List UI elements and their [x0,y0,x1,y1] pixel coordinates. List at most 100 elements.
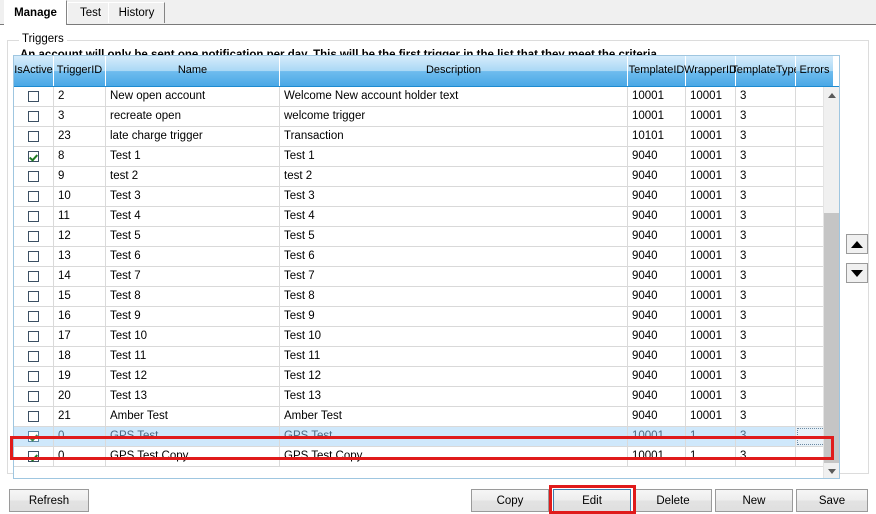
cell-errors[interactable] [796,127,824,146]
new-button[interactable]: New [715,489,793,512]
save-button[interactable]: Save [796,489,868,512]
cell-name[interactable]: Test 8 [106,287,280,306]
cell-trigger-id[interactable]: 17 [54,327,106,346]
cell-trigger-id[interactable]: 23 [54,127,106,146]
cell-errors[interactable] [796,187,824,206]
cell-is-active[interactable] [14,307,54,326]
table-row[interactable]: 20 Test 13 Test 13 9040 10001 3 [14,387,824,407]
table-row[interactable]: 11 Test 4 Test 4 9040 10001 3 [14,207,824,227]
cell-name[interactable]: late charge trigger [106,127,280,146]
column-header-name[interactable]: Name [106,56,280,86]
table-row[interactable]: 0 GPS Test Copy GPS Test Copy 10001 1 3 [14,447,824,467]
table-row[interactable]: 3 recreate open welcome trigger 10001 10001 3 [14,107,824,127]
cell-description[interactable]: Test 11 [280,347,628,366]
cell-errors[interactable] [796,447,824,466]
cell-template-id[interactable]: 9040 [628,387,686,406]
cell-name[interactable]: GPS Test [106,427,280,446]
checkbox-unchecked-icon[interactable] [28,251,39,262]
checkbox-unchecked-icon[interactable] [28,231,39,242]
cell-description[interactable]: welcome trigger [280,107,628,126]
cell-name[interactable]: Test 1 [106,147,280,166]
checkbox-unchecked-icon[interactable] [28,311,39,322]
cell-template-type[interactable]: 3 [736,307,796,326]
cell-description[interactable]: Test 6 [280,247,628,266]
cell-template-id[interactable]: 9040 [628,247,686,266]
cell-template-type[interactable]: 3 [736,127,796,146]
column-header-template_id[interactable]: Template ID [628,56,686,86]
cell-template-id[interactable]: 9040 [628,407,686,426]
cell-wrapper-id[interactable]: 10001 [686,347,736,366]
cell-template-type[interactable]: 3 [736,87,796,106]
scroll-down-button[interactable] [824,463,839,478]
cell-is-active[interactable] [14,367,54,386]
grid-vertical-scrollbar[interactable] [823,87,839,478]
cell-template-type[interactable]: 3 [736,167,796,186]
cell-is-active[interactable] [14,267,54,286]
tab-manage[interactable]: Manage [4,0,67,25]
table-row[interactable]: 23 late charge trigger Transaction 10101 100… [14,127,824,147]
cell-errors[interactable] [796,367,824,386]
cell-trigger-id[interactable]: 10 [54,187,106,206]
cell-description[interactable]: GPS Test [280,427,628,446]
cell-wrapper-id[interactable]: 1 [686,427,736,446]
move-down-button[interactable] [846,263,868,283]
checkbox-checked-icon[interactable] [28,431,39,442]
cell-name[interactable]: Amber Test [106,407,280,426]
column-header-wrapper_id[interactable]: Wrapper ID [684,56,737,86]
cell-template-type[interactable]: 3 [736,247,796,266]
cell-name[interactable]: Test 12 [106,367,280,386]
cell-template-type[interactable]: 3 [736,227,796,246]
cell-errors[interactable] [796,387,824,406]
table-row[interactable]: 0 GPS Test GPS Test 10001 1 3 [14,427,824,447]
checkbox-unchecked-icon[interactable] [28,391,39,402]
refresh-button[interactable]: Refresh [9,489,89,512]
cell-wrapper-id[interactable]: 10001 [686,87,736,106]
cell-is-active[interactable] [14,447,54,466]
edit-button[interactable]: Edit [553,489,631,512]
cell-name[interactable]: Test 10 [106,327,280,346]
cell-is-active[interactable] [14,247,54,266]
checkbox-unchecked-icon[interactable] [28,111,39,122]
cell-errors[interactable] [796,167,824,186]
cell-template-id[interactable]: 10001 [628,107,686,126]
cell-template-id[interactable]: 9040 [628,227,686,246]
cell-is-active[interactable] [14,167,54,186]
table-row[interactable]: 8 Test 1 Test 1 9040 10001 3 [14,147,824,167]
cell-template-type[interactable]: 3 [736,347,796,366]
cell-errors[interactable] [796,407,824,426]
cell-name[interactable]: Test 9 [106,307,280,326]
cell-description[interactable]: Test 9 [280,307,628,326]
cell-name[interactable]: test 2 [106,167,280,186]
column-header-errors[interactable]: Errors [796,56,834,86]
cell-description[interactable]: Test 8 [280,287,628,306]
cell-template-id[interactable]: 10001 [628,427,686,446]
scrollbar-thumb[interactable] [824,213,839,463]
cell-is-active[interactable] [14,327,54,346]
table-row[interactable]: 2 New open account Welcome New account hol… [14,87,824,107]
cell-name[interactable]: Test 13 [106,387,280,406]
cell-template-type[interactable]: 3 [736,267,796,286]
column-header-trigger_id[interactable]: Trigger ID [54,56,106,86]
cell-is-active[interactable] [14,147,54,166]
cell-template-id[interactable]: 9040 [628,267,686,286]
cell-template-id[interactable]: 9040 [628,367,686,386]
cell-template-id[interactable]: 9040 [628,147,686,166]
cell-description[interactable]: Test 7 [280,267,628,286]
cell-template-id[interactable]: 9040 [628,327,686,346]
cell-template-type[interactable]: 3 [736,187,796,206]
cell-errors[interactable] [796,207,824,226]
checkbox-unchecked-icon[interactable] [28,411,39,422]
cell-errors[interactable] [796,327,824,346]
cell-wrapper-id[interactable]: 10001 [686,307,736,326]
cell-errors[interactable] [796,347,824,366]
checkbox-unchecked-icon[interactable] [28,211,39,222]
cell-trigger-id[interactable]: 18 [54,347,106,366]
cell-wrapper-id[interactable]: 10001 [686,227,736,246]
tab-history[interactable]: History [108,2,165,23]
cell-is-active[interactable] [14,407,54,426]
cell-template-id[interactable]: 9040 [628,187,686,206]
cell-template-type[interactable]: 3 [736,447,796,466]
table-row[interactable]: 18 Test 11 Test 11 9040 10001 3 [14,347,824,367]
cell-wrapper-id[interactable]: 10001 [686,167,736,186]
table-row[interactable]: 12 Test 5 Test 5 9040 10001 3 [14,227,824,247]
